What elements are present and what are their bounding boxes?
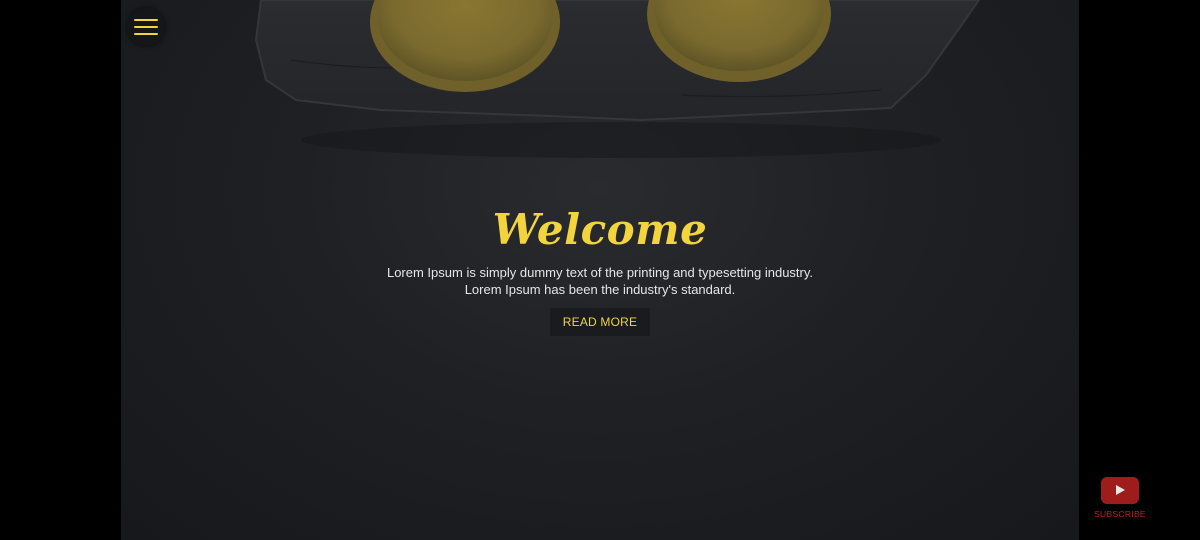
- hamburger-line: [134, 26, 158, 28]
- hero-description-line1: Lorem Ipsum is simply dummy text of the …: [386, 265, 814, 280]
- hero-description-line2: Lorem Ipsum has been the industry's stan…: [464, 282, 736, 297]
- hamburger-line: [134, 33, 158, 35]
- hamburger-line: [134, 19, 158, 21]
- read-more-button[interactable]: READ MORE: [549, 308, 651, 336]
- hero-section: Welcome Lorem Ipsum is simply dummy text…: [121, 0, 1079, 540]
- hero-description: Lorem Ipsum is simply dummy text of the …: [121, 264, 1079, 298]
- page: Welcome Lorem Ipsum is simply dummy text…: [0, 0, 1200, 540]
- slate-board: [254, 0, 981, 122]
- subscribe-label: SUBSCRIBE: [1094, 509, 1146, 519]
- hamburger-menu-icon[interactable]: [127, 8, 165, 46]
- subscribe-button[interactable]: SUBSCRIBE: [1092, 477, 1148, 519]
- welcome-title: Welcome: [492, 205, 708, 254]
- youtube-icon: [1101, 477, 1139, 504]
- hero-content: Welcome Lorem Ipsum is simply dummy text…: [121, 200, 1079, 336]
- play-icon: [1116, 485, 1125, 495]
